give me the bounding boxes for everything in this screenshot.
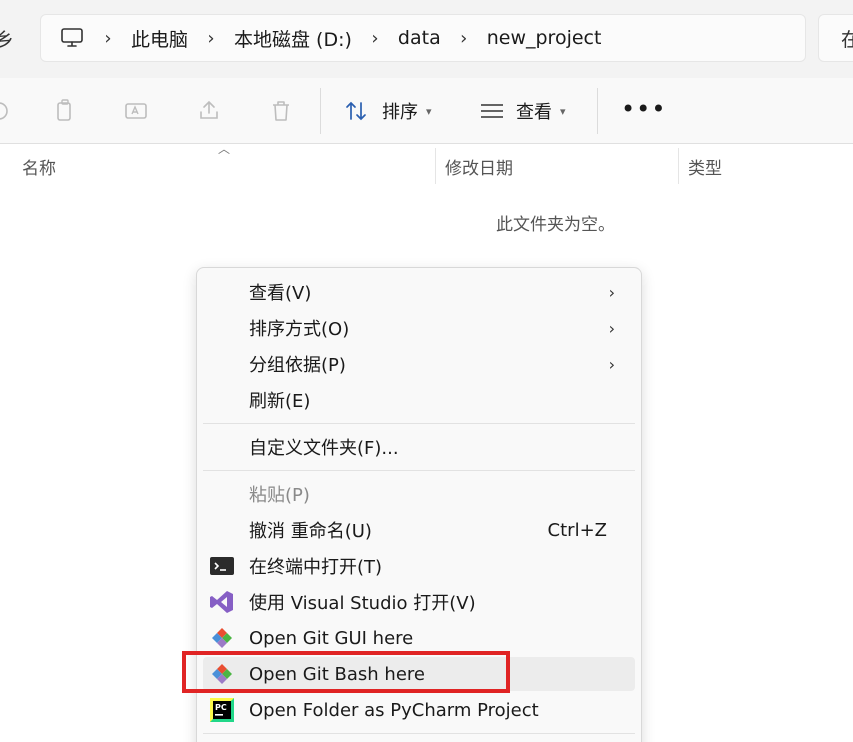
search-placeholder: 在	[841, 28, 853, 51]
menu-item-group-by[interactable]: 分组依据(P) ›	[203, 347, 635, 381]
chevron-right-icon[interactable]: ›	[85, 28, 131, 49]
menu-item-label: 使用 Visual Studio 打开(V)	[249, 593, 476, 614]
view-label: 查看	[516, 102, 552, 123]
menu-item-open-git-gui[interactable]: Open Git GUI here	[203, 621, 635, 655]
cut-off-glyph: 乡	[0, 28, 14, 52]
column-type[interactable]: 类型	[688, 154, 722, 179]
search-input[interactable]: 在	[818, 14, 853, 62]
monitor-icon[interactable]	[59, 25, 85, 51]
menu-item-customize-folder[interactable]: 自定义文件夹(F)...	[203, 430, 635, 464]
toolbar-divider	[320, 88, 321, 134]
pycharm-icon: PC	[210, 698, 234, 722]
menu-item-open-in-terminal[interactable]: 在终端中打开(T)	[203, 549, 635, 583]
menu-item-label: 刷新(E)	[249, 391, 311, 412]
menu-item-label: 在终端中打开(T)	[249, 557, 383, 578]
chevron-right-icon: ›	[608, 282, 615, 302]
menu-separator	[203, 470, 635, 471]
address-row: 乡 › 此电脑 › 本地磁盘 (D:) › data › new_project…	[0, 0, 853, 78]
shortcut-label: Ctrl+Z	[547, 519, 607, 541]
menu-item-label: 粘贴(P)	[249, 485, 310, 506]
chevron-right-icon: ›	[608, 318, 615, 338]
view-list-icon	[481, 104, 503, 118]
sort-label: 排序	[382, 102, 418, 123]
rename-icon[interactable]	[123, 98, 149, 124]
menu-item-paste: 粘贴(P)	[203, 477, 635, 511]
menu-item-label: Open Git GUI here	[249, 627, 414, 649]
breadcrumb-new-project[interactable]: new_project	[487, 27, 602, 49]
terminal-icon	[210, 557, 234, 575]
chevron-down-icon: ▾	[426, 104, 432, 118]
menu-item-open-visual-studio[interactable]: 使用 Visual Studio 打开(V)	[203, 585, 635, 619]
highlight-annotation-box	[182, 651, 510, 693]
git-diamond-icon	[212, 628, 232, 648]
breadcrumb-local-disk-d[interactable]: 本地磁盘 (D:)	[234, 25, 352, 52]
menu-separator	[203, 733, 635, 734]
column-separator[interactable]	[435, 148, 436, 184]
sort-arrows-icon	[346, 101, 366, 121]
delete-icon[interactable]	[268, 98, 294, 124]
address-bar[interactable]: › 此电脑 › 本地磁盘 (D:) › data › new_project	[40, 14, 806, 62]
breadcrumb-data[interactable]: data	[398, 27, 441, 49]
menu-item-sort-by[interactable]: 排序方式(O) ›	[203, 311, 635, 345]
menu-item-view[interactable]: 查看(V) ›	[203, 275, 635, 309]
menu-item-label: 排序方式(O)	[249, 319, 350, 340]
pycharm-icon-text: PC	[215, 703, 227, 712]
view-button[interactable]: 查看 ▾	[479, 94, 566, 128]
menu-item-open-pycharm[interactable]: PC Open Folder as PyCharm Project	[203, 693, 635, 727]
visual-studio-icon	[210, 591, 233, 613]
share-icon[interactable]	[196, 98, 222, 124]
chevron-down-icon: ▾	[560, 104, 566, 118]
empty-folder-message: 此文件夹为空。	[496, 215, 615, 235]
column-header: ︿ 名称 修改日期 类型	[0, 142, 853, 186]
cut-icon[interactable]	[0, 98, 12, 124]
chevron-right-icon[interactable]: ›	[352, 28, 398, 49]
menu-item-label: 查看(V)	[249, 283, 312, 304]
menu-item-label: 自定义文件夹(F)...	[249, 438, 399, 459]
sort-ascending-icon: ︿	[218, 142, 231, 156]
chevron-right-icon: ›	[608, 354, 615, 374]
menu-item-refresh[interactable]: 刷新(E)	[203, 383, 635, 417]
sort-button[interactable]: 排序 ▾	[344, 94, 432, 128]
menu-item-label: 撤消 重命名(U)	[249, 521, 372, 542]
menu-item-label: Open Folder as PyCharm Project	[249, 699, 539, 721]
column-name[interactable]: 名称	[22, 154, 56, 179]
breadcrumb-this-pc[interactable]: 此电脑	[131, 25, 188, 52]
more-options-icon[interactable]: •••	[621, 97, 666, 121]
toolbar-divider	[597, 88, 598, 134]
copy-icon[interactable]	[52, 98, 78, 124]
menu-separator	[203, 423, 635, 424]
column-modified[interactable]: 修改日期	[445, 154, 513, 179]
command-bar: 排序 ▾ 查看 ▾	[0, 78, 853, 144]
menu-item-label: 分组依据(P)	[249, 355, 346, 376]
chevron-right-icon[interactable]: ›	[188, 28, 234, 49]
column-separator[interactable]	[678, 148, 679, 184]
menu-item-undo-rename[interactable]: 撤消 重命名(U) Ctrl+Z	[203, 513, 635, 547]
chevron-right-icon[interactable]: ›	[441, 28, 487, 49]
